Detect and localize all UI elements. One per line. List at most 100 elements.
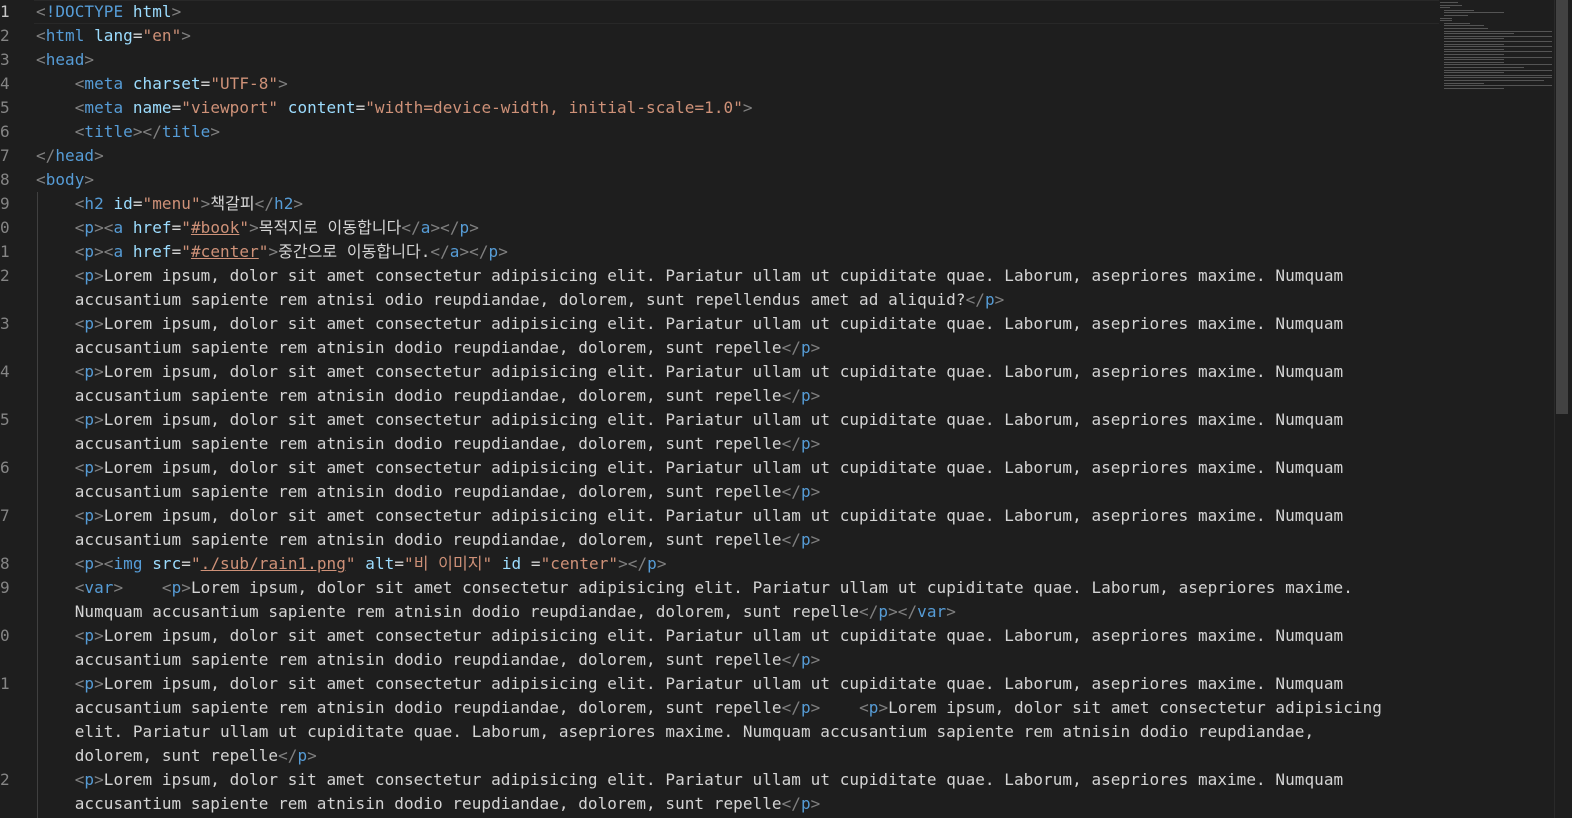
code-line[interactable]: <var> <p>Lorem ipsum, dolor sit amet con… [36,576,1353,600]
line-number: 0 [0,626,10,645]
code-token: a [113,242,124,261]
line-number: 6 [0,458,10,477]
code-token: < [36,170,46,189]
line-number: 1 [0,2,10,21]
code-line[interactable]: dolorem, sunt repelle</p> [36,744,317,768]
code-line[interactable]: <!DOCTYPE html> [36,0,181,24]
code-token: > [656,554,667,573]
code-line[interactable]: <p>Lorem ipsum, dolor sit amet consectet… [36,504,1343,528]
code-token: > [84,50,95,69]
code-line[interactable]: accusantium sapiente rem atnisin dodio r… [36,792,821,816]
code-token: = [200,74,211,93]
code-line[interactable]: Numquam accusantium sapiente rem atnisin… [36,600,956,624]
code-line[interactable]: <p><a href="#center">중간으로 이동합니다.</a></p> [36,240,508,264]
code-line[interactable]: <meta name="viewport" content="width=dev… [36,96,753,120]
code-area[interactable]: <!DOCTYPE html> <html lang="en"> <head> <m… [36,0,1436,818]
minimap-line [1444,28,1488,29]
code-editor[interactable]: 1234567890123456789012 <!DOCTYPE html> <h… [0,0,1572,818]
code-token: > [181,578,191,597]
code-token: > [278,74,288,93]
code-token: </ [278,746,298,765]
code-line[interactable]: <body> [36,168,94,192]
code-token: > [210,122,221,141]
code-line[interactable]: <p><a href="#book">목적지로 이동합니다</a></p> [36,216,479,240]
code-token: Lorem ipsum, dolor sit amet consectetur … [103,362,1344,381]
code-token: p [488,242,499,261]
code-token: "비 이미지" [404,554,493,573]
code-line[interactable]: <title></title> [36,120,220,144]
code-token: " [181,242,191,261]
code-line[interactable]: <head> [36,48,94,72]
code-token: > [810,434,821,453]
minimap-line [1444,9,1474,11]
code-token: </ [965,290,985,309]
line-number: 4 [0,362,10,381]
code-token: = [521,554,541,573]
code-token: " [181,218,191,237]
minimap[interactable] [1440,0,1554,100]
code-token: = [355,98,366,117]
code-line[interactable]: <p>Lorem ipsum, dolor sit amet consectet… [36,672,1343,696]
code-line[interactable]: accusantium sapiente rem atnisin dodio r… [36,696,1382,720]
line-number-gutter: 1 2 3 4 5 6 7 8 9 0 1 2 3 4 5 6 7 8 9 0 1 2 [0,0,32,818]
code-token: ></ [132,122,162,141]
code-token: h2 [84,194,104,213]
code-token: "en" [142,26,182,45]
code-line[interactable]: <p>Lorem ipsum, dolor sit amet consectet… [36,408,1343,432]
code-line[interactable]: accusantium sapiente rem atnisin dodio r… [36,528,821,552]
code-token: " [239,218,250,237]
minimap-line [1444,46,1552,48]
scrollbar-thumb[interactable] [1556,0,1568,414]
code-token: accusantium sapiente rem atnisin dodio r… [36,794,782,813]
code-token: < [74,242,85,261]
code-token: h2 [274,194,294,213]
code-token: > [469,218,479,237]
minimap-line [1444,59,1504,61]
line-number: 5 [0,410,10,429]
code-line[interactable]: accusantium sapiente rem atnisi odio reu… [36,288,1005,312]
code-line[interactable]: elit. Pariatur ullam ut cupiditate quae.… [36,720,1314,744]
code-line[interactable]: <p>Lorem ipsum, dolor sit amet consectet… [36,312,1343,336]
code-line[interactable]: <p>Lorem ipsum, dolor sit amet consectet… [36,264,1343,288]
code-line[interactable]: <meta charset="UTF-8"> [36,72,288,96]
code-line[interactable]: <p>Lorem ipsum, dolor sit amet consectet… [36,624,1343,648]
code-line[interactable]: </head> [36,144,104,168]
code-line[interactable]: <h2 id="menu">책갈피</h2> [36,192,303,216]
code-token: </ [781,794,801,813]
vertical-scrollbar[interactable] [1554,0,1569,818]
code-line[interactable]: accusantium sapiente rem atnisin dodio r… [36,336,821,360]
code-token: </ [430,242,450,261]
code-line[interactable]: <p>Lorem ipsum, dolor sit amet consectet… [36,456,1343,480]
code-line[interactable]: <p>Lorem ipsum, dolor sit amet consectet… [36,768,1343,792]
code-line[interactable]: <p><img src="./sub/rain1.png" alt="비 이미지… [36,552,667,576]
code-token: </ [781,434,801,453]
code-line[interactable]: <html lang="en"> [36,24,191,48]
line-number: 2 [0,266,10,285]
code-line[interactable]: accusantium sapiente rem atnisin dodio r… [36,384,821,408]
line-number: 1 [0,674,10,693]
code-token: p [84,242,95,261]
code-token: </ [781,386,801,405]
code-token: p [297,746,308,765]
code-token: p [800,338,811,357]
minimap-line [1444,22,1470,24]
code-token: accusantium sapiente rem atnisin dodio r… [36,386,782,405]
code-token: href [132,242,172,261]
code-line[interactable]: accusantium sapiente rem atnisin dodio r… [36,480,821,504]
minimap-line [1444,33,1514,35]
code-token: accusantium sapiente rem atnisi odio reu… [36,290,966,309]
code-token: dolorem, sunt repelle [36,746,279,765]
code-line[interactable]: accusantium sapiente rem atnisin dodio r… [36,648,821,672]
code-line[interactable]: accusantium sapiente rem atnisin dodio r… [36,432,821,456]
code-token: > [810,794,821,813]
code-token: > [268,242,279,261]
code-token: Lorem ipsum, dolor sit amet consectetur … [103,506,1344,525]
code-token: lang [94,26,133,45]
code-line[interactable]: <p>Lorem ipsum, dolor sit amet consectet… [36,360,1343,384]
